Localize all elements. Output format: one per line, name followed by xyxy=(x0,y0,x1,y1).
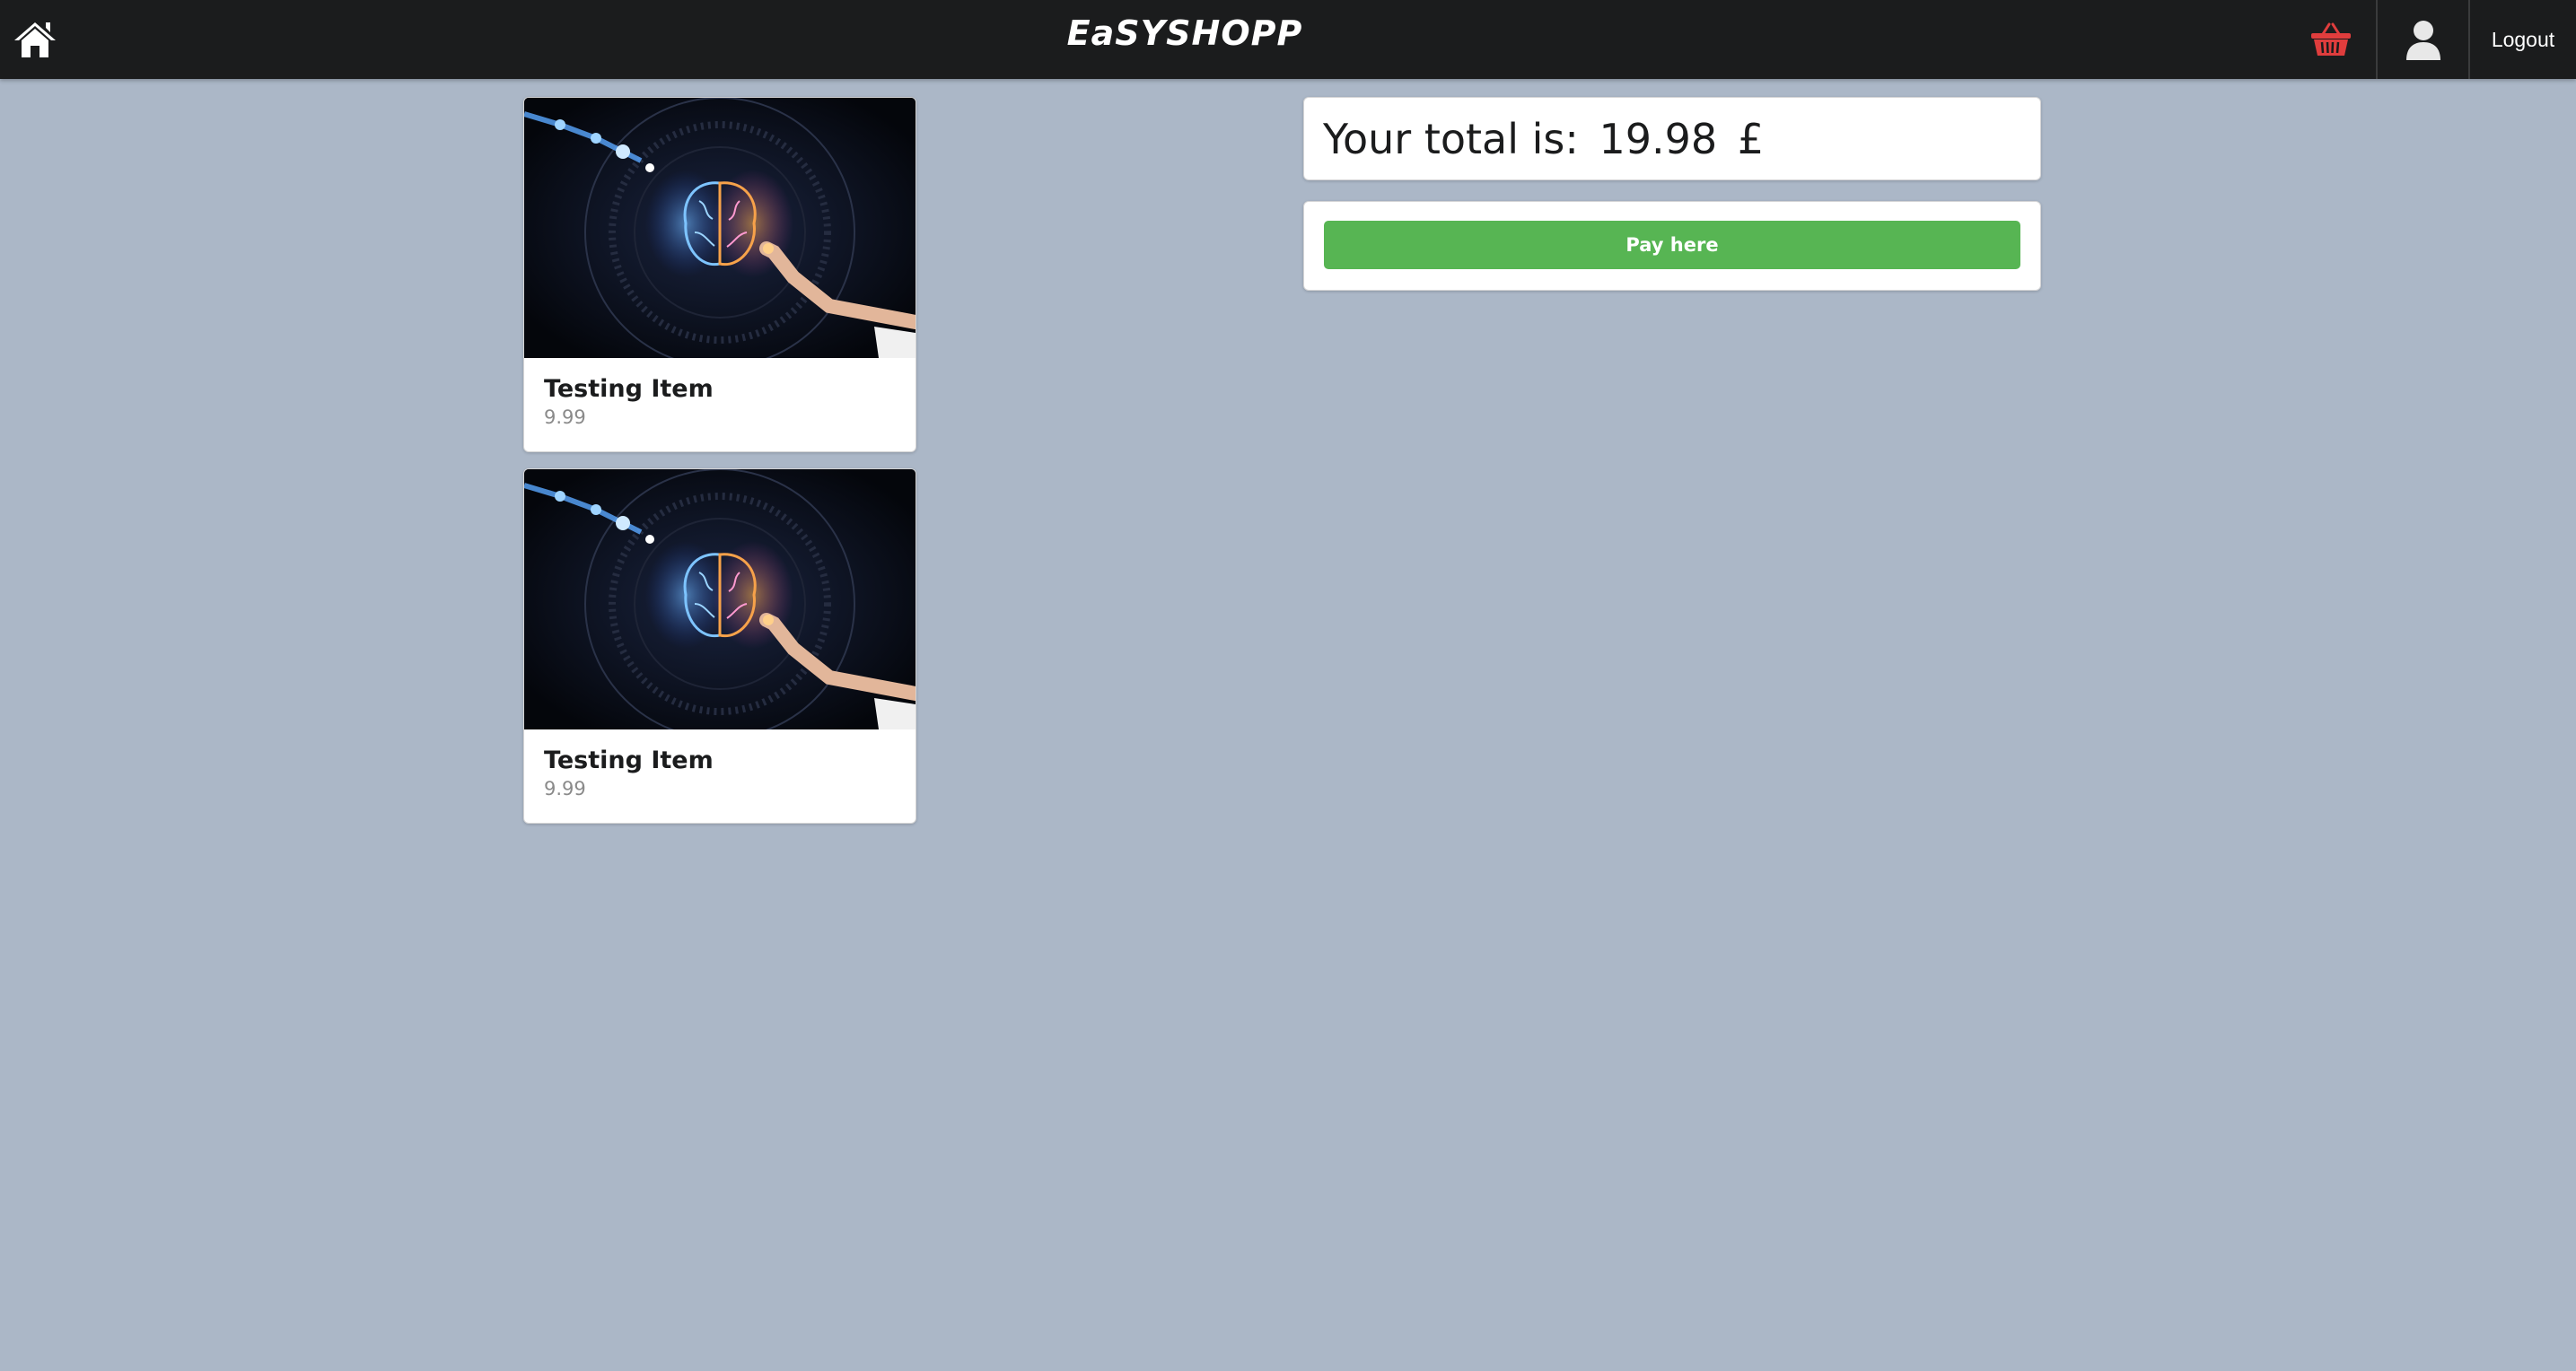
brand-logo[interactable]: EaSYSHOPP xyxy=(1067,11,1302,56)
product-title: Testing Item xyxy=(544,375,714,403)
product-image xyxy=(524,98,916,358)
cart-button[interactable] xyxy=(2285,0,2376,79)
user-icon xyxy=(2405,21,2440,60)
product-price: 9.99 xyxy=(544,778,586,799)
home-button[interactable] xyxy=(0,0,70,79)
top-navbar: EaSYSHOPP Logout xyxy=(0,0,2576,79)
cart-item-card[interactable]: Testing Item 9.99 xyxy=(523,468,916,824)
logout-button[interactable]: Logout xyxy=(2470,0,2576,79)
payment-panel: Pay here xyxy=(1303,201,2041,291)
order-total-panel: Your total is: 19.98 £ xyxy=(1303,97,2041,180)
cart-item-card[interactable]: Testing Item 9.99 xyxy=(523,97,916,452)
currency-symbol: £ xyxy=(1737,114,1765,163)
pay-button[interactable]: Pay here xyxy=(1324,221,2020,269)
total-label: Your total is: xyxy=(1323,114,1579,163)
product-price: 9.99 xyxy=(544,406,586,428)
total-value: 19.98 xyxy=(1599,114,1718,163)
product-image xyxy=(524,469,916,729)
order-total: Your total is: 19.98 £ xyxy=(1323,115,1771,163)
shopping-basket-icon xyxy=(2310,22,2351,56)
product-title: Testing Item xyxy=(544,747,714,774)
home-icon xyxy=(14,22,56,57)
user-profile-button[interactable] xyxy=(2376,0,2470,79)
